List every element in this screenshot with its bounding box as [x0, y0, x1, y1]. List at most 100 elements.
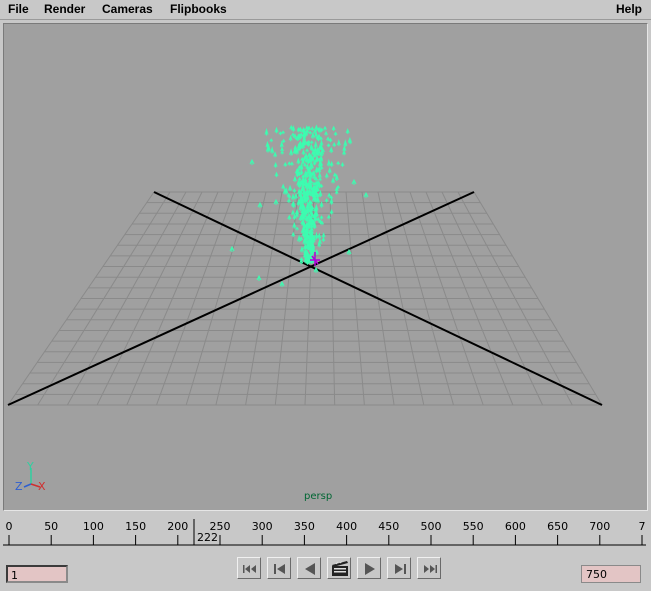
particle	[301, 148, 306, 156]
particle	[264, 127, 269, 136]
particle	[297, 234, 302, 243]
range-start-field[interactable]: 1	[6, 565, 68, 583]
step-forward-key-icon	[395, 564, 406, 574]
particle	[283, 161, 288, 167]
particle	[249, 158, 255, 165]
particle	[329, 160, 334, 167]
particle	[314, 176, 319, 182]
play-icon	[365, 563, 375, 575]
ruler-tick-label: 50	[44, 520, 59, 533]
particle	[332, 142, 337, 147]
clapperboard-icon	[332, 561, 348, 576]
particle	[321, 237, 326, 242]
particle	[279, 280, 285, 287]
particle	[273, 151, 278, 158]
go-to-start-button[interactable]	[237, 557, 261, 579]
particle	[292, 175, 297, 183]
menu-render[interactable]: Render	[44, 2, 85, 16]
playblast-button[interactable]	[327, 557, 351, 579]
ruler-tick-label: 500	[420, 520, 442, 533]
particle	[305, 148, 310, 153]
ruler-tick-label: 7	[638, 520, 646, 533]
particle	[291, 193, 296, 201]
particle	[270, 146, 275, 154]
step-back-button[interactable]	[297, 557, 321, 579]
step-back-key-icon	[274, 564, 285, 574]
particle	[324, 130, 328, 136]
particle	[345, 128, 350, 135]
axis-x-label: X	[38, 480, 46, 493]
ruler-tick-label: 350	[293, 520, 315, 533]
particle	[327, 167, 332, 174]
go-to-end-icon	[424, 565, 437, 573]
particle	[314, 248, 319, 256]
particle	[291, 231, 296, 238]
go-to-start-icon	[243, 565, 256, 573]
camera-label: persp	[304, 491, 333, 502]
particle	[336, 161, 341, 166]
particle	[342, 144, 347, 152]
ruler-tick-label: 0	[5, 520, 13, 533]
ruler-tick-label: 150	[125, 520, 147, 533]
particle	[336, 139, 341, 147]
particle	[287, 214, 292, 221]
ruler-tick-label: 200	[167, 520, 189, 533]
particle	[326, 143, 331, 148]
menu-flipbooks[interactable]: Flipbooks	[170, 2, 227, 16]
particle	[326, 214, 331, 220]
axis-y-label: Y	[26, 460, 34, 473]
menu-help[interactable]: Help	[616, 2, 642, 16]
ruler-tick-label: 450	[378, 520, 400, 533]
ruler-tick-label: 550	[462, 520, 484, 533]
particle	[281, 138, 286, 144]
particle	[310, 126, 315, 131]
ruler-tick-label: 650	[547, 520, 569, 533]
particle	[318, 177, 322, 182]
particle	[274, 126, 279, 134]
particle	[281, 183, 286, 190]
particle	[308, 130, 313, 135]
menu-file[interactable]: File	[8, 2, 29, 16]
particle	[323, 125, 327, 131]
particle	[363, 191, 369, 198]
current-frame-indicator: 222	[197, 531, 218, 544]
particle	[329, 146, 334, 154]
particle	[269, 138, 274, 143]
particle	[279, 140, 284, 148]
ruler-tick-label: 700	[589, 520, 611, 533]
particle	[340, 161, 345, 167]
particle	[324, 172, 329, 179]
particle	[288, 134, 293, 142]
particle	[287, 161, 292, 166]
particle	[331, 125, 336, 131]
particle	[289, 148, 294, 156]
particle	[319, 215, 324, 220]
viewport-canvas[interactable]: YZ X	[4, 24, 647, 510]
particle	[331, 176, 336, 184]
particle	[257, 201, 263, 208]
particle	[289, 161, 294, 166]
ruler-tick-label: 100	[82, 520, 104, 533]
go-to-end-button[interactable]	[417, 557, 441, 579]
range-end-field[interactable]: 750	[581, 565, 641, 583]
play-backward-icon	[305, 563, 315, 575]
play-forward-button[interactable]	[357, 557, 381, 579]
particle	[280, 146, 285, 152]
particle	[299, 245, 304, 253]
particle	[319, 201, 324, 208]
particle	[324, 198, 329, 203]
particle	[290, 209, 295, 216]
particle	[288, 184, 293, 192]
particle	[333, 131, 338, 136]
ruler-tick-label: 600	[504, 520, 526, 533]
axis-z-line	[23, 483, 32, 488]
menu-cameras[interactable]: Cameras	[102, 2, 153, 16]
step-forward-key-button[interactable]	[387, 557, 411, 579]
step-back-key-button[interactable]	[267, 557, 291, 579]
particle	[296, 157, 301, 165]
particle	[309, 140, 314, 145]
time-slider[interactable]: 0 50 100 150 200 250 300 350 400 450 500 550 600 650 7…	[3, 517, 646, 546]
particle	[351, 178, 357, 185]
particle	[310, 131, 315, 139]
perspective-viewport[interactable]: YZ X persp	[3, 23, 648, 511]
